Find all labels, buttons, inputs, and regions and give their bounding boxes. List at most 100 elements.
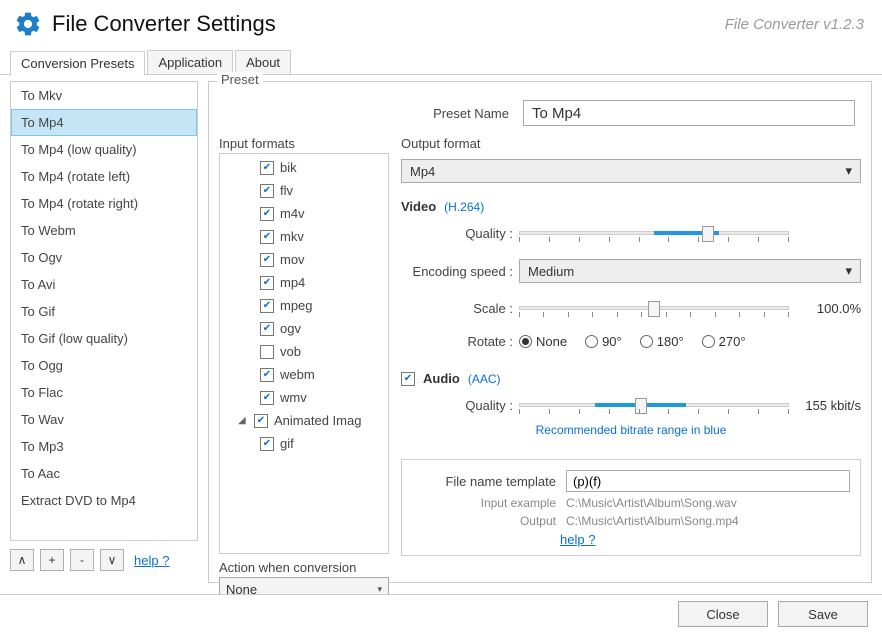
chevron-down-icon: ▾ xyxy=(377,584,382,595)
preset-item[interactable]: To Mp4 (low quality) xyxy=(11,136,197,163)
format-label: vob xyxy=(280,344,301,359)
format-checkbox[interactable] xyxy=(260,368,274,382)
preset-item[interactable]: To Mp4 xyxy=(11,109,197,136)
format-checkbox[interactable] xyxy=(260,184,274,198)
format-label: Animated Imag xyxy=(274,413,361,428)
tab-application[interactable]: Application xyxy=(147,50,233,74)
format-item[interactable]: bik xyxy=(220,156,388,179)
video-quality-label: Quality : xyxy=(401,226,513,241)
format-checkbox[interactable] xyxy=(260,207,274,221)
output-example-value: C:\Music\Artist\Album\Song.mp4 xyxy=(566,514,739,528)
input-formats-tree[interactable]: bikflv m4v mkv mov mp4 mpeg ogv vob webm wmv ◢ Anim… xyxy=(219,153,389,554)
format-item[interactable]: ogv xyxy=(220,317,388,340)
format-checkbox[interactable] xyxy=(260,322,274,336)
rotate-radio-group: None 90° 180° 270° xyxy=(519,334,746,349)
preset-item[interactable]: To Mkv xyxy=(11,82,197,109)
radio-icon xyxy=(702,335,715,348)
rotate-option[interactable]: None xyxy=(519,334,567,349)
preset-item[interactable]: To Webm xyxy=(11,217,197,244)
preset-group-label: Preset xyxy=(217,72,263,87)
preset-item[interactable]: To Gif xyxy=(11,298,197,325)
audio-enabled-checkbox[interactable] xyxy=(401,372,415,386)
preset-item[interactable]: To Mp3 xyxy=(11,433,197,460)
format-item[interactable]: mpeg xyxy=(220,294,388,317)
rotate-label: Rotate : xyxy=(401,334,513,349)
tab-about[interactable]: About xyxy=(235,50,291,74)
encoding-speed-label: Encoding speed : xyxy=(401,264,513,279)
encoding-speed-dropdown[interactable]: Medium ▾ xyxy=(519,259,861,283)
preset-name-label: Preset Name xyxy=(409,106,509,121)
video-codec-label: (H.264) xyxy=(444,200,484,214)
format-item[interactable]: gif xyxy=(220,432,388,455)
format-item[interactable]: mov xyxy=(220,248,388,271)
version-label: File Converter v1.2.3 xyxy=(725,16,864,33)
format-checkbox[interactable] xyxy=(254,414,268,428)
audio-quality-value: 155 kbit/s xyxy=(797,398,861,413)
format-checkbox[interactable] xyxy=(260,299,274,313)
close-button[interactable]: Close xyxy=(678,601,768,627)
scale-slider[interactable] xyxy=(519,306,789,312)
audio-quality-slider[interactable] xyxy=(519,403,789,409)
expand-toggle-icon[interactable]: ◢ xyxy=(238,415,248,426)
format-label: m4v xyxy=(280,206,305,221)
format-label: ogv xyxy=(280,321,301,336)
save-button[interactable]: Save xyxy=(778,601,868,627)
help-link-presets[interactable]: help ? xyxy=(134,553,169,568)
preset-item[interactable]: To Ogg xyxy=(11,352,197,379)
radio-icon xyxy=(640,335,653,348)
help-link-template[interactable]: help ? xyxy=(560,532,595,547)
format-item[interactable]: webm xyxy=(220,363,388,386)
tab-conversion-presets[interactable]: Conversion Presets xyxy=(10,51,145,75)
preset-item[interactable]: To Avi xyxy=(11,271,197,298)
format-item[interactable]: mp4 xyxy=(220,271,388,294)
preset-item[interactable]: To Mp4 (rotate left) xyxy=(11,163,197,190)
format-label: mpeg xyxy=(280,298,313,313)
scale-value: 100.0% xyxy=(797,301,861,316)
output-example-label: Output xyxy=(412,514,556,528)
radio-icon xyxy=(519,335,532,348)
format-label: gif xyxy=(280,436,294,451)
format-checkbox[interactable] xyxy=(260,437,274,451)
rotate-option[interactable]: 90° xyxy=(585,334,622,349)
audio-quality-label: Quality : xyxy=(401,398,513,413)
format-checkbox[interactable] xyxy=(260,230,274,244)
rotate-option[interactable]: 180° xyxy=(640,334,684,349)
audio-codec-label: (AAC) xyxy=(468,372,501,386)
format-label: wmv xyxy=(280,390,307,405)
rotate-option[interactable]: 270° xyxy=(702,334,746,349)
remove-button[interactable]: - xyxy=(70,549,94,571)
format-item[interactable]: wmv xyxy=(220,386,388,409)
output-format-dropdown[interactable]: Mp4 ▾ xyxy=(401,159,861,183)
add-button[interactable]: + xyxy=(40,549,64,571)
preset-item[interactable]: Extract DVD to Mp4 xyxy=(11,487,197,514)
preset-item[interactable]: To Ogv xyxy=(11,244,197,271)
format-checkbox[interactable] xyxy=(260,276,274,290)
format-checkbox[interactable] xyxy=(260,161,274,175)
preset-item[interactable]: To Flac xyxy=(11,379,197,406)
format-checkbox[interactable] xyxy=(260,253,274,267)
filename-template-input[interactable] xyxy=(566,470,850,492)
format-label: mov xyxy=(280,252,305,267)
bitrate-note: Recommended bitrate range in blue xyxy=(401,423,861,437)
format-item[interactable]: mkv xyxy=(220,225,388,248)
format-item[interactable]: vob xyxy=(220,340,388,363)
preset-item[interactable]: To Mp4 (rotate right) xyxy=(11,190,197,217)
format-checkbox[interactable] xyxy=(260,345,274,359)
format-checkbox[interactable] xyxy=(260,391,274,405)
preset-list[interactable]: To MkvTo Mp4To Mp4 (low quality)To Mp4 (… xyxy=(10,81,198,541)
format-label: mkv xyxy=(280,229,304,244)
format-item[interactable]: m4v xyxy=(220,202,388,225)
chevron-down-icon: ▾ xyxy=(845,263,852,279)
radio-icon xyxy=(585,335,598,348)
preset-name-input[interactable] xyxy=(523,100,855,126)
preset-item[interactable]: To Wav xyxy=(11,406,197,433)
format-label: mp4 xyxy=(280,275,305,290)
move-up-button[interactable]: ∧ xyxy=(10,549,34,571)
chevron-down-icon: ▾ xyxy=(845,163,852,179)
preset-item[interactable]: To Aac xyxy=(11,460,197,487)
format-item[interactable]: flv xyxy=(220,179,388,202)
video-quality-slider[interactable] xyxy=(519,231,789,237)
format-item[interactable]: ◢ Animated Imag xyxy=(220,409,388,432)
preset-item[interactable]: To Gif (low quality) xyxy=(11,325,197,352)
move-down-button[interactable]: ∨ xyxy=(100,549,124,571)
